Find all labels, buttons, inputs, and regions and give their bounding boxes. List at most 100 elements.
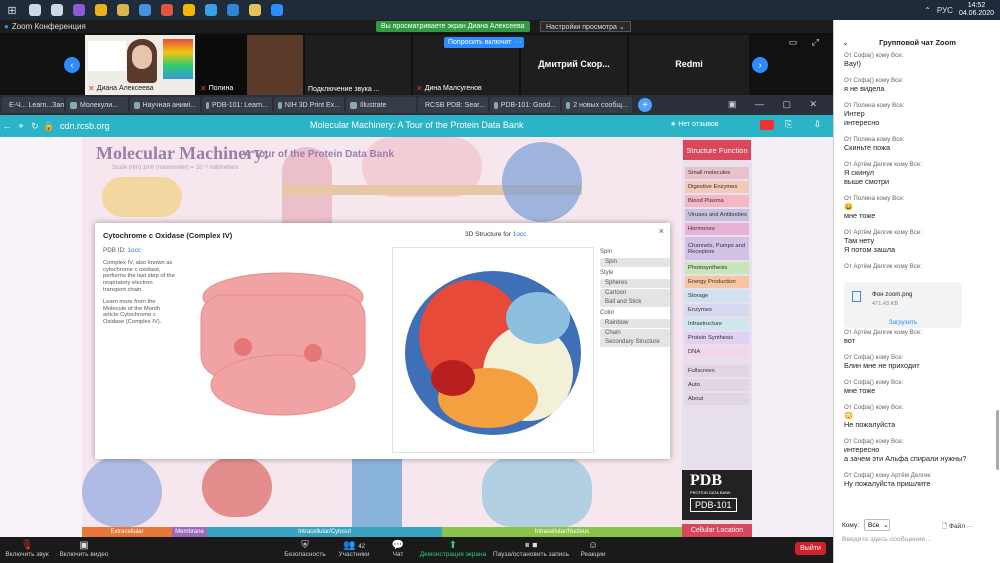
ie-icon[interactable] xyxy=(222,0,244,20)
poster-subtitle: A Tour of the Protein Data Bank xyxy=(244,149,395,160)
video-tile-diana[interactable]: ✕ Диана Алексеева xyxy=(85,35,195,95)
view-options-button[interactable]: Настройки просмотра ⌄ xyxy=(540,21,631,32)
browser-tab[interactable]: Illustrate xyxy=(346,97,416,113)
menu-item[interactable]: Infrastructure xyxy=(685,318,749,330)
youtube-icon[interactable] xyxy=(760,120,774,130)
close-icon[interactable]: × xyxy=(659,226,664,236)
download-link[interactable]: Загрузить xyxy=(844,319,962,326)
chat-recipient-select[interactable]: Все ⌄ xyxy=(864,519,890,531)
video-tile-redmi[interactable]: Redmi xyxy=(629,35,749,95)
video-prev-button[interactable]: ‹ xyxy=(64,57,80,73)
windows-start-icon[interactable]: ⊞ xyxy=(0,0,24,20)
video-strip: ✕ Диана Алексеева ✕ Полина Подключение зву… xyxy=(0,33,833,95)
s-app-icon[interactable] xyxy=(156,0,178,20)
control-button[interactable]: Chain xyxy=(600,328,670,338)
chat-sender: От Полина кому Все: xyxy=(844,102,905,109)
control-button[interactable]: Spin xyxy=(600,258,670,268)
chrome-icon[interactable] xyxy=(90,0,112,20)
legend-item[interactable]: Intracellular/Nucleus xyxy=(442,527,682,537)
task-view-icon[interactable] xyxy=(46,0,68,20)
browser-tab[interactable]: NIH 3D Print Ex... xyxy=(274,97,344,113)
browser-tab[interactable]: Е-Ч... Learn...Запис... xyxy=(2,97,64,113)
menu-item[interactable]: Small molecules xyxy=(685,167,749,179)
muted-mic-icon: ✕ xyxy=(88,84,95,93)
menu-extra-item[interactable]: About xyxy=(685,393,749,405)
browser-tab[interactable]: Молекули... xyxy=(66,97,128,113)
search-icon[interactable] xyxy=(24,0,46,20)
new-tab-button[interactable]: + xyxy=(638,98,652,112)
bookmark-icon[interactable]: ⌖ xyxy=(14,121,28,132)
url-field[interactable]: cdn.rcsb.org xyxy=(60,121,110,131)
chat-file-button[interactable]: 🗋 Файл ··· xyxy=(942,522,973,533)
3d-structure-viewer[interactable] xyxy=(392,247,594,453)
chat-button[interactable]: 💬 Чат xyxy=(388,540,408,558)
browser-tab[interactable]: RCSB PDB: Sear... xyxy=(418,97,488,113)
legend-item[interactable]: Intracellular/Cytosol xyxy=(207,527,442,537)
menu-item[interactable]: Storage xyxy=(685,290,749,302)
menu-item[interactable]: Enzymes xyxy=(685,304,749,316)
zoom-icon[interactable] xyxy=(266,0,288,20)
search-icon-glyph xyxy=(29,4,41,16)
learn-more-link[interactable]: Learn more from the Molecule of the Mont… xyxy=(103,299,177,326)
menu-item[interactable]: Hormones xyxy=(685,223,749,235)
control-button[interactable]: Cartoon xyxy=(600,288,670,298)
shared-file[interactable]: Фон zoom.png 471.43 KB Загрузить xyxy=(844,282,962,328)
menu-item[interactable]: Digestive Enzymes xyxy=(685,181,749,193)
window-controls[interactable]: ▭ ⤢ xyxy=(789,37,825,48)
cellular-location-button[interactable]: Cellular Location xyxy=(682,524,752,537)
participants-button[interactable]: 👥 42 Участники xyxy=(334,540,374,558)
control-button[interactable]: Secondary Structure xyxy=(600,338,670,348)
control-button[interactable]: Ball and Stick xyxy=(600,298,670,308)
chat-message: От Софа() кому Все: Блин мне не приходит xyxy=(844,354,994,370)
explorer-icon[interactable] xyxy=(112,0,134,20)
back-icon[interactable]: ← xyxy=(0,121,14,131)
menu-item[interactable]: Viruses and Antibodies xyxy=(685,209,749,221)
tray-arrow-icon[interactable]: ⌃ xyxy=(924,6,931,15)
video-tile-polina[interactable]: ✕ Полина xyxy=(197,35,303,95)
menu-item[interactable]: Channels, Pumps and Receptors xyxy=(685,237,749,260)
edge-icon[interactable] xyxy=(200,0,222,20)
menu-item[interactable]: Energy Production xyxy=(685,276,749,288)
structure-function-header[interactable]: Structure Function xyxy=(683,140,751,160)
browser-tab[interactable]: Научная анимі... xyxy=(130,97,200,113)
slides-icon[interactable] xyxy=(178,0,200,20)
menu-extra-item[interactable]: Auto xyxy=(685,379,749,391)
control-button[interactable]: Spheres xyxy=(600,278,670,288)
leave-button[interactable]: Выйти xyxy=(795,542,826,555)
clock[interactable]: 14:52 04.06.2020 xyxy=(959,2,994,18)
menu-item[interactable]: DNA xyxy=(685,346,749,358)
browser-tab[interactable]: 2 новых сообщ... xyxy=(562,97,632,113)
files-icon[interactable] xyxy=(244,0,266,20)
browser-tab[interactable]: PDB-101: Learn... xyxy=(202,97,272,113)
chat-scrollbar[interactable] xyxy=(996,410,999,470)
pdb-id-link[interactable]: 1occ xyxy=(128,247,141,254)
more-options-button[interactable]: ··· xyxy=(512,37,524,48)
start-video-button[interactable]: ▣ Включить видео xyxy=(56,540,112,558)
reactions-button[interactable]: ☺ Реакции xyxy=(578,540,608,558)
video-next-button[interactable]: › xyxy=(752,57,768,73)
video-tile-audio[interactable]: Подключение звука ... xyxy=(305,35,411,95)
control-button[interactable]: Rainbow xyxy=(600,318,670,328)
pdb-logo[interactable]: PDB PROTEIN DATA BANK PDB-101 xyxy=(682,470,752,520)
menu-item[interactable]: Photosynthesis xyxy=(685,262,749,274)
chat-input[interactable]: Введите здесь сообщение... xyxy=(842,536,992,543)
reviews-button[interactable]: ★ Нет отзывов xyxy=(670,120,719,128)
browser-tab[interactable]: PDB-101: Good... xyxy=(490,97,560,113)
security-button[interactable]: ⛨ Безопасность xyxy=(282,540,328,558)
unmute-button[interactable]: 🎙 Включить звук xyxy=(4,540,50,558)
video-tile-dmitriy[interactable]: Дмитрий Скор... xyxy=(521,35,627,95)
toolbar-icons[interactable]: ⎘ ⇩ xyxy=(785,119,830,130)
legend-item[interactable]: Membrane xyxy=(172,527,207,537)
reload-icon[interactable]: ↻ xyxy=(28,121,42,132)
store-icon[interactable] xyxy=(134,0,156,20)
menu-extra-item[interactable]: Fullscreen xyxy=(685,365,749,377)
legend-item[interactable]: Extracellular xyxy=(82,527,172,537)
ask-enable-button[interactable]: Попросить включить xyxy=(444,37,520,48)
keyboard-language[interactable]: РУС xyxy=(937,6,953,15)
browser-window-controls[interactable]: ▣ — ▢ ✕ xyxy=(728,99,825,110)
share-screen-button[interactable]: ⬆ Демонстрация экрана xyxy=(418,540,488,558)
menu-item[interactable]: Protein Synthesis xyxy=(685,332,749,344)
viber-icon[interactable] xyxy=(68,0,90,20)
menu-item[interactable]: Blood Plasma xyxy=(685,195,749,207)
pause-record-button[interactable]: ⏸ ⏹ Пауза/остановить запись xyxy=(492,540,570,558)
